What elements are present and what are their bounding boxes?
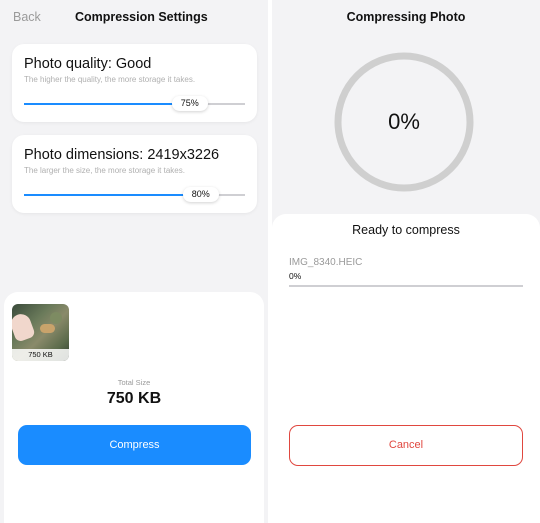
total-size-value: 750 KB [106,390,162,407]
photo-quality-slider-handle[interactable]: 75% [171,96,208,111]
photo-quality-subtitle: The higher the quality, the more storage… [24,75,196,84]
status-title: Ready to compress [352,223,460,237]
photo-quality-card: Photo quality: Good The higher the quali… [12,44,257,122]
compression-settings-screen: Back Compression Settings Photo quality:… [0,0,268,523]
compress-button[interactable]: Compress [18,425,251,465]
progress-percentage: 0% [388,109,420,134]
total-size-label: Total Size [117,378,151,387]
photo-size-badge: 750 KB [12,349,69,361]
photo-dimensions-card: Photo dimensions: 2419x3226 The larger t… [12,135,257,213]
photo-thumbnail[interactable]: 750 KB [12,304,69,361]
file-progress-percentage: 0% [289,271,302,281]
back-button[interactable]: Back [13,10,41,24]
file-name: IMG_8340.HEIC [289,257,363,268]
photo-dimensions-subtitle: The larger the size, the more storage it… [24,166,185,175]
summary-sheet: 750 KB Total Size 750 KB Compress [4,292,264,523]
photo-dimensions-slider-handle[interactable]: 80% [182,187,219,202]
photo-dimensions-slider-fill [24,194,201,196]
file-progress-bar [289,285,523,287]
photo-quality-slider[interactable]: 75% [24,96,245,111]
photo-dimensions-slider[interactable]: 80% [24,187,245,202]
compressing-photo-screen: Compressing Photo 0% Ready to compress I… [272,0,540,523]
compressing-title: Compressing Photo [346,10,466,24]
photo-quality-title: Photo quality: Good [24,56,152,72]
photo-dimensions-title: Photo dimensions: 2419x3226 [24,147,220,163]
page-title: Compression Settings [75,10,208,24]
photo-quality-slider-fill [24,103,190,105]
status-sheet: Ready to compress IMG_8340.HEIC 0% Cance… [272,214,540,523]
cancel-button[interactable]: Cancel [289,425,523,466]
